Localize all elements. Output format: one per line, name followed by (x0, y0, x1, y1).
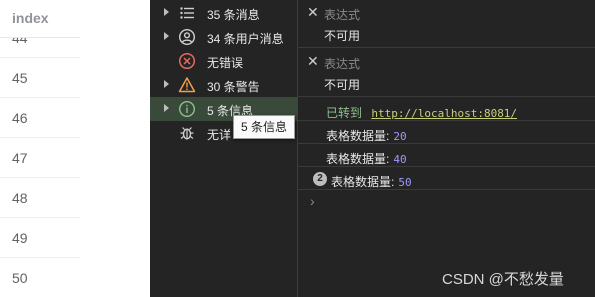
console-message-navigation: 已转到 http://localhost:8081/ (298, 99, 595, 121)
sidebar-item-label: 无详 (207, 128, 232, 142)
index-cell: 49 (12, 230, 28, 246)
sidebar-item-messages[interactable]: 35 条消息 (150, 1, 298, 25)
user-icon (178, 28, 196, 46)
watermark: CSDN @不愁发量 (442, 271, 564, 288)
index-cell: 48 (12, 190, 28, 206)
warning-icon (178, 77, 196, 93)
table-row[interactable]: 48 (0, 178, 80, 218)
index-header-label: index (12, 10, 49, 26)
navigation-link[interactable]: http://localhost:8081/ (371, 107, 517, 120)
index-column-header[interactable]: index (0, 0, 80, 38)
sidebar-item-label: 34 条用户消息 (207, 32, 284, 46)
table-row[interactable]: 47 (0, 138, 80, 178)
log-value: 50 (398, 176, 412, 189)
bug-icon (180, 127, 194, 140)
sidebar-item-errors[interactable]: 无错误 (150, 49, 298, 73)
expand-arrow-icon[interactable] (164, 104, 169, 112)
index-cell: 50 (12, 270, 28, 286)
console-pane: ✕ 表达式 不可用 ✕ 表达式 不可用 已转到 http://localhost… (298, 0, 595, 297)
live-expression[interactable]: ✕ 表达式 不可用 (298, 49, 595, 97)
index-cell: 45 (12, 70, 28, 86)
console-message-repeated: 2 表格数据量: 50 (298, 168, 595, 190)
table-row[interactable]: 45 (0, 58, 80, 98)
close-icon[interactable]: ✕ (307, 53, 319, 70)
sidebar-item-label: 30 条警告 (207, 80, 260, 94)
table-row[interactable]: 50 (0, 258, 80, 297)
index-cell: 46 (12, 110, 28, 126)
navigation-text: 已转到 (326, 106, 363, 120)
expand-arrow-icon[interactable] (164, 32, 169, 40)
error-icon (178, 52, 196, 70)
page-gap (80, 0, 150, 297)
log-label: 表格数据量: (326, 129, 390, 143)
expand-arrow-icon[interactable] (164, 8, 169, 16)
expression-placeholder[interactable]: 表达式 (324, 6, 360, 23)
console-sidebar: 35 条消息 34 条用户消息 无错误 30 条警告 5 条信息 无详 (150, 0, 298, 297)
index-cell: 47 (12, 150, 28, 166)
list-icon (180, 7, 194, 19)
console-prompt-icon[interactable]: › (310, 193, 315, 209)
console-message: 表格数据量: 40 (298, 145, 595, 167)
log-label: 表格数据量: (331, 175, 395, 189)
expand-arrow-icon[interactable] (164, 80, 169, 88)
expression-value: 不可用 (324, 29, 361, 43)
expression-placeholder[interactable]: 表达式 (324, 55, 360, 72)
sidebar-item-label: 35 条消息 (207, 8, 260, 22)
log-value: 40 (393, 153, 407, 166)
index-table: index 44 45 46 47 48 49 50 (0, 0, 80, 297)
table-row[interactable]: 49 (0, 218, 80, 258)
close-icon[interactable]: ✕ (307, 4, 319, 21)
log-label: 表格数据量: (326, 152, 390, 166)
expression-value: 不可用 (324, 78, 361, 92)
sidebar-item-warnings[interactable]: 30 条警告 (150, 73, 298, 97)
table-row[interactable]: 46 (0, 98, 80, 138)
sidebar-tooltip: 5 条信息 (233, 115, 296, 139)
repeat-count-badge: 2 (313, 172, 327, 186)
log-value: 20 (393, 130, 407, 143)
console-message: 表格数据量: 20 (298, 122, 595, 144)
sidebar-item-user-messages[interactable]: 34 条用户消息 (150, 25, 298, 49)
info-icon (178, 100, 196, 118)
live-expression[interactable]: ✕ 表达式 不可用 (298, 0, 595, 48)
sidebar-item-label: 无错误 (207, 56, 244, 70)
